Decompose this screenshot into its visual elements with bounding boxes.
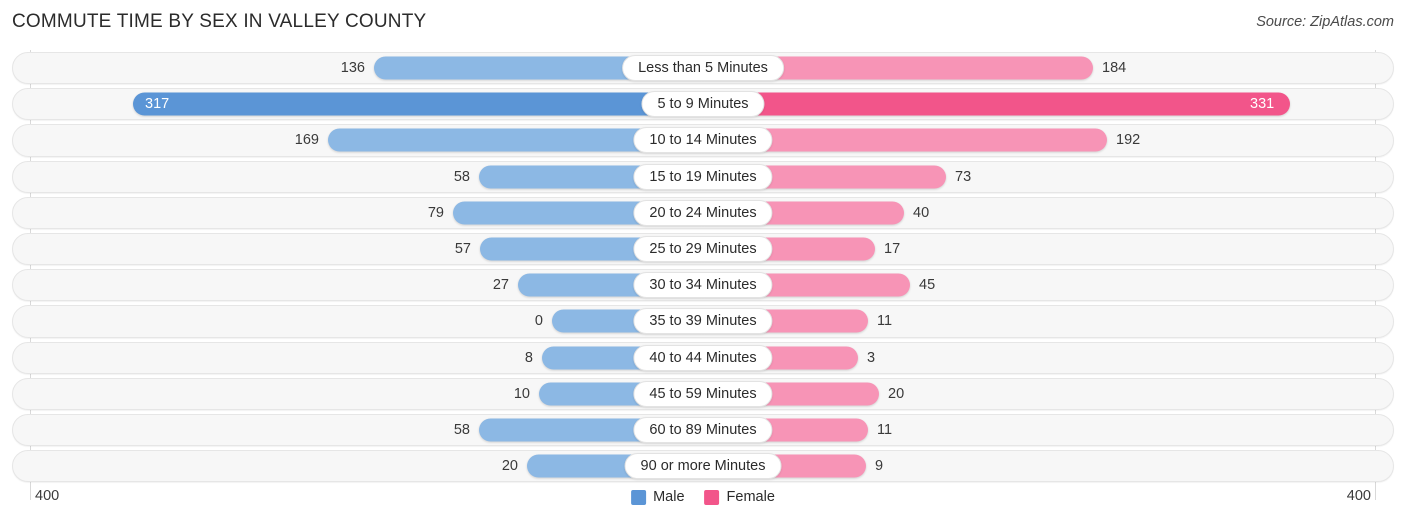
table-row[interactable]: 136 184 Less than 5 Minutes [0,50,1406,86]
source-attribution: Source: ZipAtlas.com [1256,14,1394,30]
axis-tick-left [30,484,31,500]
female-value-label: 73 [955,168,972,185]
row-bars: 136 184 Less than 5 Minutes [0,50,1406,86]
category-label: 5 to 9 Minutes [641,91,765,118]
axis-tick-right [1375,484,1376,500]
female-value-label: 20 [888,385,905,402]
category-label: 30 to 34 Minutes [633,272,773,299]
table-row[interactable]: 58 73 15 to 19 Minutes [0,159,1406,195]
legend-label-male: Male [653,489,685,505]
male-value-label: 169 [294,132,319,149]
female-bar[interactable] [703,92,1290,116]
axis-label-right: 400 [1346,488,1371,504]
female-value-label: 9 [875,458,884,475]
row-bars: 27 45 30 to 34 Minutes [0,267,1406,303]
bar-rows: 136 184 Less than 5 Minutes 317 331 5 to 9 Mi… [0,50,1406,484]
row-bars: 317 331 5 to 9 Minutes [0,86,1406,122]
category-label: 45 to 59 Minutes [633,380,773,407]
page-title: COMMUTE TIME BY SEX IN VALLEY COUNTY [12,11,427,32]
table-row[interactable]: 27 45 30 to 34 Minutes [0,267,1406,303]
table-row[interactable]: 57 17 25 to 29 Minutes [0,231,1406,267]
row-bars: 58 73 15 to 19 Minutes [0,159,1406,195]
male-value-label: 0 [534,313,543,330]
category-label: 20 to 24 Minutes [633,199,773,226]
female-value-label: 17 [884,241,901,258]
category-label: 15 to 19 Minutes [633,163,773,190]
table-row[interactable]: 8 3 40 to 44 Minutes [0,340,1406,376]
row-bars: 10 20 45 to 59 Minutes [0,376,1406,412]
male-value-label: 8 [524,349,533,366]
chart-footer: 400 400 Male Female [0,484,1406,523]
row-bars: 8 3 40 to 44 Minutes [0,340,1406,376]
table-row[interactable]: 0 11 35 to 39 Minutes [0,303,1406,339]
female-value-label: 192 [1116,132,1141,149]
male-value-label: 10 [513,385,530,402]
male-value-label: 20 [501,458,518,475]
female-value-label: 331 [1250,96,1275,113]
axis-label-left: 400 [35,488,60,504]
male-value-label: 58 [453,168,470,185]
row-bars: 20 9 90 or more Minutes [0,448,1406,484]
table-row[interactable]: 20 9 90 or more Minutes [0,448,1406,484]
table-row[interactable]: 169 192 10 to 14 Minutes [0,122,1406,158]
male-value-label: 136 [340,60,365,77]
female-swatch-icon [704,489,720,505]
chart-root: COMMUTE TIME BY SEX IN VALLEY COUNTY Sou… [0,0,1406,523]
female-value-label: 184 [1102,60,1127,77]
plot-area: 136 184 Less than 5 Minutes 317 331 5 to 9 Mi… [0,50,1406,484]
legend: Male Female [631,489,775,505]
row-bars: 169 192 10 to 14 Minutes [0,122,1406,158]
table-row[interactable]: 79 40 20 to 24 Minutes [0,195,1406,231]
legend-label-female: Female [726,489,775,505]
category-label: 60 to 89 Minutes [633,416,773,443]
legend-item-male[interactable]: Male [631,489,685,505]
female-value-label: 3 [867,349,876,366]
male-value-label: 27 [492,277,509,294]
male-value-label: 57 [454,241,471,258]
category-label: 25 to 29 Minutes [633,236,773,263]
female-value-label: 11 [877,421,893,438]
category-label: 90 or more Minutes [624,453,782,480]
male-swatch-icon [631,489,647,505]
category-label: 35 to 39 Minutes [633,308,773,335]
female-value-label: 40 [913,204,930,221]
female-value-label: 11 [877,313,893,330]
category-label: Less than 5 Minutes [622,55,784,82]
male-value-label: 58 [453,421,470,438]
male-value-label: 79 [427,204,444,221]
row-bars: 57 17 25 to 29 Minutes [0,231,1406,267]
table-row[interactable]: 10 20 45 to 59 Minutes [0,376,1406,412]
male-bar[interactable] [133,92,703,116]
table-row[interactable]: 317 331 5 to 9 Minutes [0,86,1406,122]
female-value-label: 45 [919,277,936,294]
category-label: 40 to 44 Minutes [633,344,773,371]
row-bars: 0 11 35 to 39 Minutes [0,303,1406,339]
row-bars: 79 40 20 to 24 Minutes [0,195,1406,231]
category-label: 10 to 14 Minutes [633,127,773,154]
legend-item-female[interactable]: Female [704,489,775,505]
male-value-label: 317 [145,96,170,113]
table-row[interactable]: 58 11 60 to 89 Minutes [0,412,1406,448]
row-bars: 58 11 60 to 89 Minutes [0,412,1406,448]
